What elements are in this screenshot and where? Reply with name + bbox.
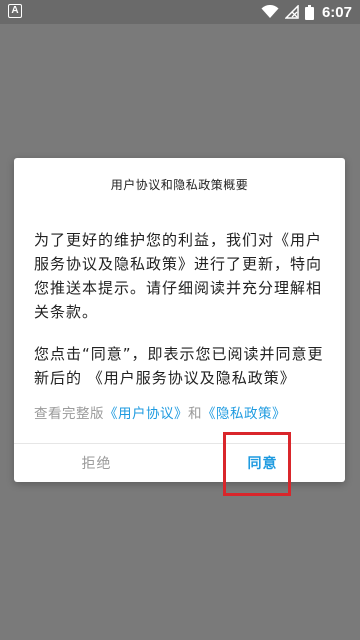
links-prefix: 查看完整版 <box>34 406 104 422</box>
status-icons: 6:07 <box>261 2 352 22</box>
dialog-paragraph-update-notice: 为了更好的维护您的利益，我们对《用户服务协议及隐私政策》进行了更新，特向您推送本… <box>34 231 323 321</box>
agree-button[interactable]: 同意 <box>180 444 345 482</box>
status-bar: A 6:07 <box>0 0 360 24</box>
reject-button[interactable]: 拒绝 <box>14 444 179 482</box>
privacy-policy-link[interactable]: 《隐私政策》 <box>202 406 286 422</box>
privacy-dialog: 用户协议和隐私政策概要 为了更好的维护您的利益，我们对《用户服务协议及隐私政策》… <box>14 158 345 482</box>
no-signal-icon <box>284 5 299 19</box>
dialog-paragraph-consent-notice: 您点击“同意”，即表示您已阅读并同意更新后的 《用户服务协议及隐私政策》 <box>34 345 324 387</box>
app-screen: A 6:07 用户协议和隐私政策概要 为了更好的维护您的利益，我们对《用户服务协… <box>0 0 360 640</box>
battery-icon <box>304 4 314 20</box>
links-and: 和 <box>188 406 202 422</box>
dialog-title: 用户协议和隐私政策概要 <box>110 178 249 192</box>
user-agreement-link[interactable]: 《用户协议》 <box>104 406 188 422</box>
wifi-icon <box>261 5 279 19</box>
app-notification-icon: A <box>8 4 22 18</box>
full-version-links: 查看完整版《用户协议》和《隐私政策》 <box>34 402 334 422</box>
dialog-body: 为了更好的维护您的利益，我们对《用户服务协议及隐私政策》进行了更新，特向您推送本… <box>34 228 330 390</box>
status-time: 6:07 <box>321 3 352 21</box>
